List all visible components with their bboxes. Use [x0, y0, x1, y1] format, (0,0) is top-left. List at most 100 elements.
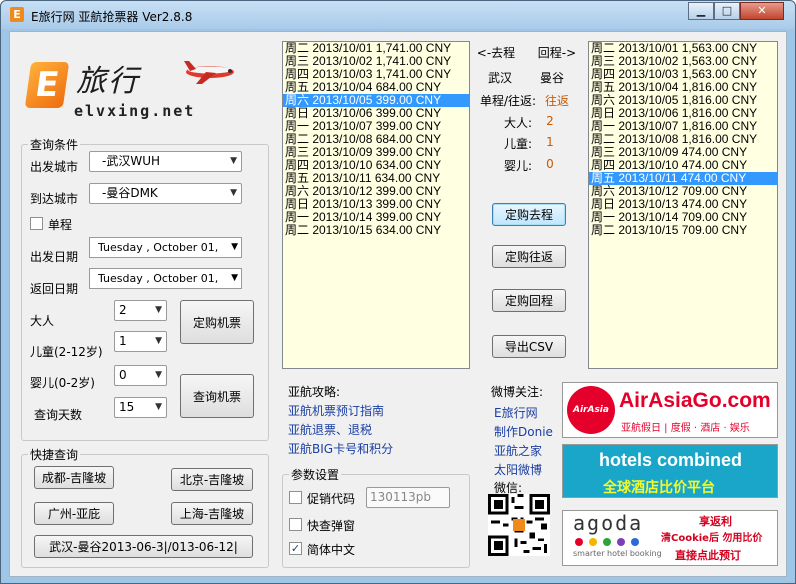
child-label: 儿童(2-12岁): [30, 345, 103, 359]
chevron-down-icon: ▼: [230, 188, 237, 198]
quick-beijing-kl-button[interactable]: 北京-吉隆坡: [171, 468, 253, 491]
close-button[interactable]: ✕: [740, 2, 784, 20]
airplane-icon: [184, 61, 234, 84]
app-window: E E旅行网 亚航抢票器 Ver2.8.8 ▁ □ ✕ E 旅行 elvxing…: [0, 0, 796, 584]
arrive-city-select[interactable]: -曼谷DMK ▼: [89, 183, 242, 204]
days-value: 15: [119, 400, 135, 414]
return-item[interactable]: 周二 2013/10/15 709.00 CNY: [589, 224, 777, 237]
minimize-button[interactable]: ▁: [688, 2, 714, 20]
quick-shanghai-kl-button[interactable]: 上海-吉隆坡: [171, 502, 253, 525]
popup-checkbox[interactable]: [289, 518, 302, 531]
logo-e-mark: E: [24, 62, 70, 108]
logo-english: elvxing.net: [74, 102, 196, 120]
depart-date-picker[interactable]: Tuesday , October 01, ▼: [89, 237, 242, 258]
depart-date-value: Tuesday , October 01,: [98, 241, 219, 254]
depart-city-label: 出发城市: [30, 160, 79, 174]
guide-link-refund[interactable]: 亚航退票、退税: [288, 421, 372, 438]
agoda-book-link: 直接点此预订: [675, 549, 741, 562]
airasia-logo: AirAsia: [567, 386, 615, 434]
guide-title: 亚航攻略:: [288, 385, 341, 399]
child-value: 1: [119, 334, 127, 348]
depart-date-label: 出发日期: [30, 250, 79, 264]
book-roundtrip-button[interactable]: 定购往返: [492, 245, 566, 268]
adult-select[interactable]: 2 ▼: [114, 300, 167, 321]
outbound-fare-list[interactable]: 周二 2013/10/01 1,741.00 CNY 周三 2013/10/02 …: [282, 41, 470, 369]
agoda-ad[interactable]: agoda smarter hotel booking 享返利 清Cookie后…: [562, 510, 778, 566]
checkmark-icon: ✓: [290, 542, 301, 555]
trip-type-value: 往返: [544, 94, 569, 108]
hotelscombined-subtitle: 全球酒店比价平台: [603, 480, 715, 496]
trip-type-label: 单程/往返:: [479, 94, 537, 108]
return-date-picker[interactable]: Tuesday , October 01, ▼: [89, 268, 242, 289]
agoda-rebate: 享返利: [699, 515, 732, 528]
quick-guangzhou-kk-button[interactable]: 广州-亚庇: [34, 502, 114, 525]
hotelscombined-title: hotels combined: [599, 450, 743, 470]
logo-chinese: 旅行: [76, 64, 140, 99]
return-fare-list[interactable]: 周二 2013/10/01 1,563.00 CNY 周三 2013/10/02 …: [588, 41, 778, 369]
weibo-link-elvxing[interactable]: E旅行网: [494, 404, 538, 421]
mid-infant-label: 婴儿:: [503, 159, 533, 173]
to-city: 曼谷: [539, 71, 564, 85]
weibo-title: 微博关注:: [491, 385, 544, 399]
airasiago-ad[interactable]: AirAsia AirAsiaGo.com 亚航假日 | 度假 · 酒店 · 娱…: [562, 382, 778, 438]
mid-child-label: 儿童:: [503, 137, 533, 151]
from-city: 武汉: [487, 71, 512, 85]
mid-adult-value: 2: [546, 114, 554, 128]
chevron-down-icon: ▼: [230, 156, 237, 166]
adult-label: 大人: [30, 314, 55, 328]
depart-city-value: -武汉WUH: [102, 154, 161, 168]
hotelscombined-ad[interactable]: hotels combined 全球酒店比价平台: [562, 444, 778, 498]
guide-link-big-card[interactable]: 亚航BIG卡号和积分: [288, 440, 393, 457]
chevron-down-icon: ▼: [155, 402, 162, 412]
weibo-link-airasia-home[interactable]: 亚航之家: [494, 442, 542, 459]
chevron-down-icon: ▼: [155, 336, 162, 346]
agoda-cookie-note: 清Cookie后 勿用比价: [661, 533, 763, 544]
elvxing-logo: E 旅行 elvxing.net: [24, 54, 243, 134]
popup-label: 快查弹窗: [307, 519, 356, 533]
mid-infant-value: 0: [546, 157, 554, 171]
window-title: E旅行网 亚航抢票器 Ver2.8.8: [31, 10, 193, 24]
chinese-checkbox[interactable]: ✓: [289, 542, 302, 555]
arrive-city-label: 到达城市: [30, 192, 79, 206]
guide-link-booking[interactable]: 亚航机票预订指南: [288, 402, 384, 419]
chevron-down-icon: ▼: [231, 273, 238, 283]
chevron-down-icon: ▼: [231, 242, 238, 252]
go-header: <-去程: [476, 46, 516, 60]
export-csv-button[interactable]: 导出CSV: [492, 335, 566, 358]
title-bar[interactable]: E E旅行网 亚航抢票器 Ver2.8.8 ▁ □ ✕: [1, 1, 795, 29]
oneway-label: 单程: [48, 218, 73, 232]
promo-checkbox[interactable]: [289, 491, 302, 504]
query-conditions-legend: 查询条件: [30, 138, 79, 152]
mid-child-value: 1: [546, 135, 554, 149]
promo-label: 促销代码: [307, 492, 356, 506]
adult-value: 2: [119, 303, 127, 317]
weibo-link-sun[interactable]: 太阳微博: [494, 461, 542, 478]
weibo-link-donie[interactable]: 制作Donie: [494, 423, 553, 440]
outbound-item[interactable]: 周二 2013/10/15 634.00 CNY: [283, 224, 469, 237]
mid-adult-label: 大人:: [503, 116, 533, 130]
quick-wuhan-bangkok-button[interactable]: 武汉-曼谷2013-06-3|/013-06-12|: [34, 535, 253, 558]
chevron-down-icon: ▼: [155, 305, 162, 315]
arrive-city-value: -曼谷DMK: [102, 186, 158, 200]
search-ticket-button[interactable]: 查询机票: [180, 374, 254, 418]
book-ticket-button[interactable]: 定购机票: [180, 300, 254, 344]
quick-chengdu-kl-button[interactable]: 成都-吉隆坡: [34, 466, 114, 489]
maximize-button[interactable]: □: [714, 2, 740, 20]
book-outbound-button[interactable]: 定购去程: [492, 203, 566, 226]
book-return-button[interactable]: 定购回程: [492, 289, 566, 312]
days-select[interactable]: 15 ▼: [114, 397, 167, 418]
oneway-checkbox[interactable]: [30, 217, 43, 230]
promo-code-input[interactable]: 130113pb: [366, 487, 450, 508]
agoda-tagline: smarter hotel booking: [573, 549, 662, 558]
airasiago-title: AirAsiaGo.com: [619, 389, 771, 412]
agoda-dots: [575, 535, 639, 546]
depart-city-select[interactable]: -武汉WUH ▼: [89, 151, 242, 172]
child-select[interactable]: 1 ▼: [114, 331, 167, 352]
airasiago-subtitle: 亚航假日 | 度假 · 酒店 · 娱乐: [621, 423, 750, 434]
back-header: 回程->: [537, 46, 577, 60]
return-date-label: 返回日期: [30, 282, 79, 296]
agoda-title: agoda: [573, 511, 644, 535]
infant-select[interactable]: 0 ▼: [114, 365, 167, 386]
wechat-qr-code: [488, 494, 550, 556]
days-label: 查询天数: [34, 408, 83, 422]
